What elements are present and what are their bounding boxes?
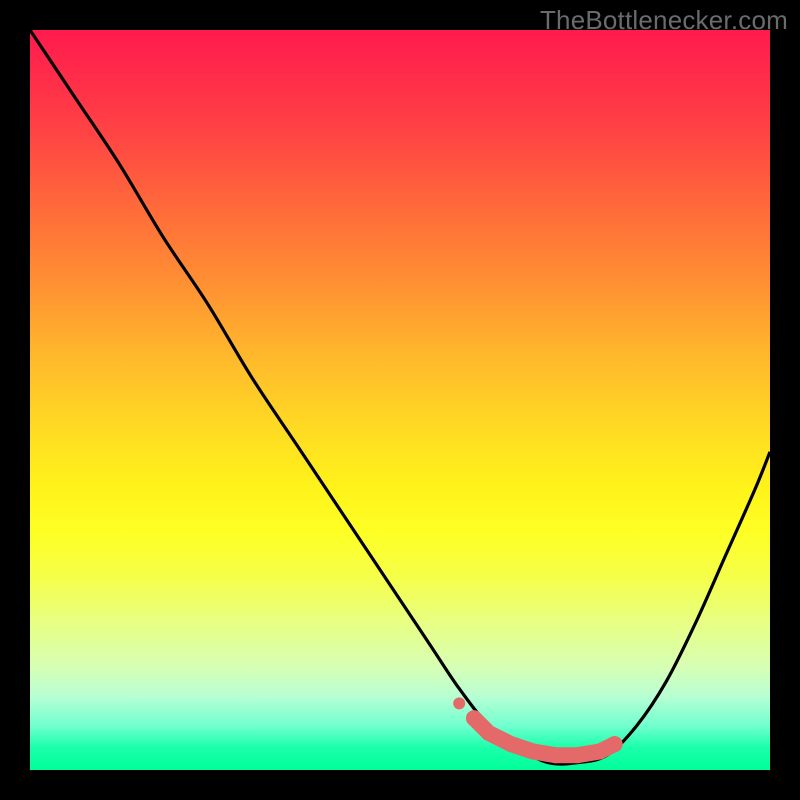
bottleneck-curve	[30, 30, 770, 764]
marker-dot	[503, 736, 519, 752]
marker-dot	[592, 744, 608, 760]
chart-frame: TheBottleneсker.com	[0, 0, 800, 800]
optimal-range-markers	[453, 697, 622, 763]
marker-dot	[547, 747, 563, 763]
marker-dot	[570, 747, 586, 763]
watermark-text: TheBottleneсker.com	[540, 5, 788, 36]
marker-dot	[525, 744, 541, 760]
marker-dot	[453, 697, 465, 709]
curve-layer	[30, 30, 770, 770]
marker-dot	[481, 725, 497, 741]
plot-area	[30, 30, 770, 770]
marker-dot	[466, 710, 482, 726]
marker-dot	[607, 736, 623, 752]
